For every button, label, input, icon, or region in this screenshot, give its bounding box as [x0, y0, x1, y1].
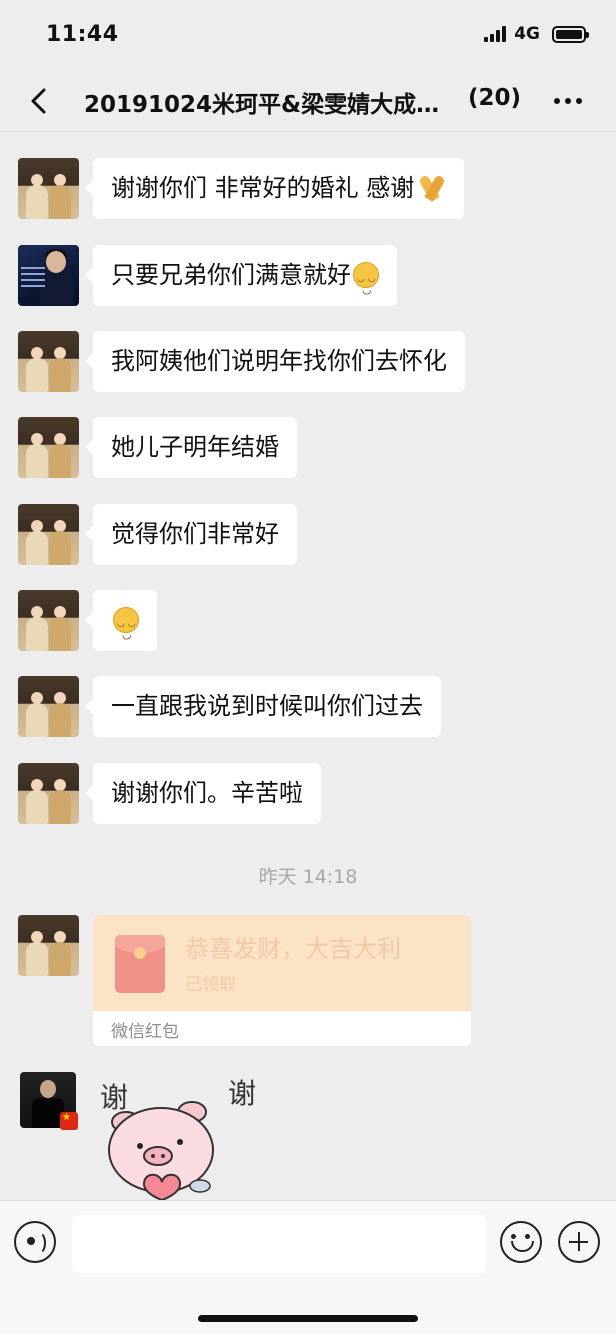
avatar[interactable] — [18, 417, 79, 478]
message-text: 谢谢你们 非常好的婚礼 感谢 — [111, 174, 415, 202]
message-text: 她儿子明年结婚 — [111, 433, 279, 461]
signal-icon — [484, 26, 507, 42]
more-icon[interactable] — [554, 98, 582, 104]
avatar[interactable] — [18, 590, 79, 651]
message-text: 觉得你们非常好 — [111, 520, 279, 548]
status-bar: 11:44 4G — [0, 0, 616, 70]
message-text: 一直跟我说到时候叫你们过去 — [111, 692, 423, 720]
chevron-left-icon — [31, 88, 46, 114]
red-packet-title: 恭喜发财，大吉大利 — [185, 935, 401, 963]
pig-icon — [108, 1101, 214, 1200]
avatar[interactable] — [18, 915, 79, 976]
avatar[interactable] — [18, 331, 79, 392]
message-text: 只要兄弟你们满意就好 — [111, 261, 351, 289]
message-bubble[interactable]: 谢谢你们 非常好的婚礼 感谢 — [84, 158, 465, 219]
message-bubble[interactable]: 只要兄弟你们满意就好 — [85, 245, 397, 320]
status-indicators: 4G — [484, 24, 589, 44]
nav-bar: 20191024米珂平&梁雯婧大成… (20) — [0, 70, 616, 132]
message-bubble[interactable]: 谢谢你们。辛苦啦 — [85, 763, 321, 824]
avatar[interactable] — [18, 504, 79, 565]
red-packet-label: 微信红包 — [111, 1022, 179, 1042]
timestamp: 昨天 14:18 — [258, 866, 358, 888]
red-packet-status: 已领取 — [185, 975, 236, 995]
message-text: 谢谢你们。辛苦啦 — [111, 779, 303, 807]
chat-title: 20191024米珂平&梁雯婧大成… — [84, 92, 440, 118]
message-text: 我阿姨他们说明年找你们去怀化 — [111, 347, 447, 375]
message-bubble[interactable]: 觉得你们非常好 — [85, 504, 297, 565]
battery-icon — [552, 25, 589, 43]
back-button[interactable] — [26, 84, 56, 118]
message-bubble[interactable]: 我阿姨他们说明年找你们去怀化 — [85, 331, 465, 392]
input-bar — [0, 1200, 616, 1334]
message-bubble[interactable] — [85, 590, 157, 665]
smile-icon — [353, 249, 379, 320]
voice-icon[interactable] — [14, 1221, 56, 1263]
message-bubble[interactable]: 一直跟我说到时候叫你们过去 — [85, 676, 441, 737]
avatar[interactable] — [18, 763, 79, 824]
avatar[interactable] — [18, 158, 79, 219]
red-packet-body: 恭喜发财，大吉大利 已领取 — [93, 915, 471, 1011]
status-time: 11:44 — [46, 22, 119, 47]
home-indicator[interactable] — [198, 1315, 418, 1322]
red-packet[interactable]: 恭喜发财，大吉大利 已领取 微信红包 — [93, 915, 471, 1046]
plus-icon[interactable] — [558, 1221, 600, 1263]
network-type: 4G — [514, 24, 540, 44]
message-bubble[interactable]: 她儿子明年结婚 — [85, 417, 297, 478]
avatar[interactable] — [18, 676, 79, 737]
avatar[interactable] — [18, 245, 79, 306]
pig-sticker[interactable]: 谢 谢 — [96, 1072, 276, 1200]
flag-icon: ★ — [60, 1112, 78, 1130]
red-envelope-icon — [115, 935, 165, 993]
member-count: (20) — [468, 85, 522, 111]
chat-area[interactable]: 谢谢你们 非常好的婚礼 感谢 只要兄弟你们满意就好 我阿姨他们说明年找你们去怀化… — [0, 132, 616, 1200]
message-input[interactable] — [72, 1215, 486, 1273]
emoji-icon[interactable] — [500, 1221, 542, 1263]
pray-icon — [418, 174, 447, 202]
smile-icon — [113, 594, 139, 665]
